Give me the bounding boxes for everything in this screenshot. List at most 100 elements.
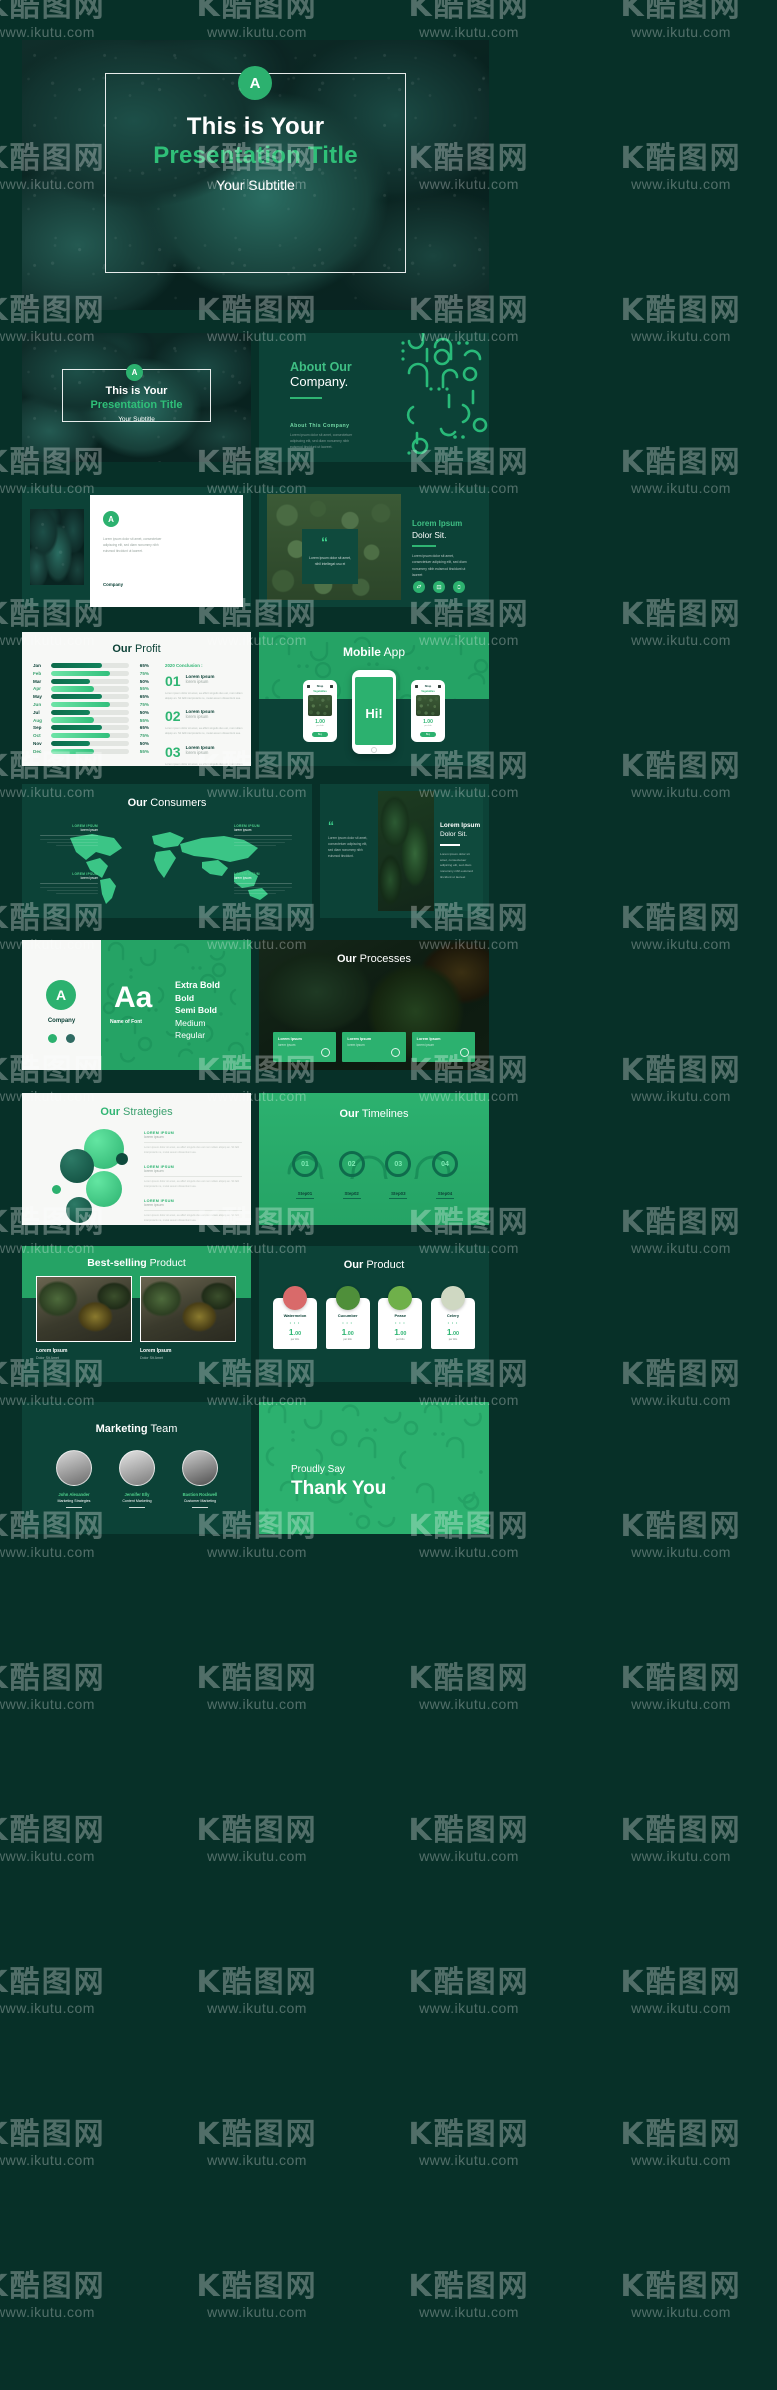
- slide-marketing-team[interactable]: Marketing Team John Alexander Marketing S…: [22, 1402, 251, 1534]
- strategy-body: Lorem ipsum dolor sit amet, ea affert si…: [144, 1146, 239, 1154]
- profit-bar-track: [51, 717, 129, 723]
- process-heading: Lorem Ipsum: [416, 1037, 441, 1041]
- profit-bar-row: Nov 50%: [33, 740, 149, 746]
- phone-left-cta[interactable]: Buy: [312, 732, 328, 737]
- watermark: K酷图网www.ikutu.com: [620, 445, 742, 496]
- slide-mobile-app[interactable]: Mobile App Shop Vegetables 1.00 per kilo…: [259, 632, 489, 766]
- callout-sub: lorem ipsum: [234, 876, 252, 880]
- slide-intro-card[interactable]: A Lorem ipsum dolor sit amet, consectetu…: [22, 487, 251, 607]
- team-member[interactable]: Bastion Rockwell Customer Marketing: [174, 1450, 226, 1508]
- caption-heading: Lorem Ipsum: [140, 1348, 172, 1354]
- watermark: K酷图网www.ikutu.com: [0, 1661, 106, 1712]
- slide-thank-you[interactable]: Proudly Say Thank You: [259, 1402, 489, 1534]
- process-card[interactable]: Lorem Ipsum lorem ipsum: [342, 1032, 406, 1062]
- watermark: K酷图网www.ikutu.com: [408, 1965, 530, 2016]
- product-thumb: [440, 1286, 465, 1310]
- timeline-step[interactable]: 04 Step04: [425, 1151, 465, 1200]
- caption-sub: Dolor Sit Amet: [36, 1356, 59, 1360]
- typography-weight-list: Extra Bold Bold Semi Bold Medium Regular: [175, 980, 220, 1043]
- intro-body: Lorem ipsum dolor sit amet, consectetuer…: [103, 537, 162, 553]
- quote-rule: [412, 545, 436, 547]
- profit-bar-row: Mar 50%: [33, 678, 149, 684]
- slide-our-consumers[interactable]: Our Consumers LOREM IPSUM lorem ipsum LO…: [22, 784, 312, 918]
- hero-title-line2: Presentation Title: [153, 142, 358, 169]
- box-icon: [390, 1048, 400, 1057]
- slide-typography[interactable]: A Company Aa Name of Font Extra Bold Bold…: [22, 940, 251, 1070]
- intro-photo: [30, 509, 84, 585]
- team-member[interactable]: John Alexander Marketing Strategies: [48, 1450, 100, 1508]
- watermark: K酷图网www.ikutu.com: [620, 1509, 742, 1560]
- profit-bar-value: 50%: [139, 740, 149, 746]
- profit-bar-value: 65%: [139, 725, 149, 731]
- best-selling-caption-1: Lorem Ipsum Dolor Sit Amet: [36, 1348, 67, 1360]
- profit-bar-row: Jan 65%: [33, 663, 149, 669]
- conclusion-heading: Lorem Ipsum: [185, 744, 215, 750]
- typography-swatch-2: [66, 1034, 75, 1043]
- slide-best-selling[interactable]: Best-selling Product Lorem Ipsum Dolor S…: [22, 1246, 251, 1382]
- team-member-role: Marketing Strategies: [57, 1499, 91, 1503]
- profit-bar-label: Aug: [33, 717, 42, 723]
- leaf-icon[interactable]: [413, 581, 425, 593]
- product-card[interactable]: Watermelon • • • 1.00 per kilo: [273, 1286, 317, 1350]
- slide-our-profit[interactable]: Our Profit Jan 65% Feb 75% Mar 50% Apr 55% May 65…: [22, 632, 251, 766]
- phone-left-image: [308, 695, 332, 716]
- timeline-step[interactable]: 01 Step01: [285, 1151, 325, 1200]
- leaf-rule: [440, 844, 460, 846]
- profit-bar-row: Sep 65%: [33, 725, 149, 731]
- conclusion-body: Lorem ipsum dolor sit amet, ea affert si…: [165, 692, 243, 701]
- slide-quote-leaves[interactable]: “ Lorem ipsum dolor sit amet, consectetu…: [320, 784, 489, 918]
- slide-hero[interactable]: A This is Your Presentation Title Your S…: [22, 40, 489, 310]
- process-sub: lorem ipsum: [278, 1043, 296, 1047]
- profit-bar-label: May: [33, 694, 42, 700]
- slide-our-strategies[interactable]: Our Strategies LOREM IPSUM lorem ipsum Lor…: [22, 1093, 251, 1225]
- quote-text: Lorem ipsum dolor sit amet, nihil intell…: [309, 556, 351, 567]
- timeline-number: 02: [347, 1160, 356, 1168]
- watermark: K酷图网www.ikutu.com: [196, 2269, 318, 2320]
- strategy-sub: lorem ipsum: [144, 1202, 164, 1207]
- slide-quote-dolor[interactable]: “ Lorem ipsum dolor sit amet, nihil inte…: [259, 487, 489, 607]
- profit-bar-fill: [51, 701, 110, 708]
- slide-about[interactable]: About Our Company. About This Company Lo…: [259, 333, 489, 462]
- slide-hero-small[interactable]: A This is Your Presentation Title Your S…: [22, 333, 251, 462]
- timeline-number: 04: [441, 1160, 449, 1168]
- watermark: K酷图网www.ikutu.com: [196, 1661, 318, 1712]
- strategy-bubble-3: [86, 1171, 122, 1207]
- process-card[interactable]: Lorem Ipsum lorem ipsum: [411, 1032, 475, 1062]
- callout-body-lines: [40, 887, 98, 894]
- about-title-bottom: Company.: [290, 374, 349, 389]
- profit-bar-track: [51, 694, 129, 700]
- profit-bar-row: Jul 50%: [33, 709, 149, 715]
- phone-left-sub: Vegetables: [313, 690, 327, 693]
- team-member[interactable]: Jennifer Elly Content Marketing: [111, 1450, 163, 1508]
- product-dots: • • •: [447, 1321, 459, 1325]
- timeline-step[interactable]: 02 Step02: [332, 1151, 372, 1200]
- price-cents: .00: [451, 1331, 460, 1337]
- profit-conclusion-item: 03 Lorem Ipsum lorem ipsum Lorem ipsum dolo…: [165, 745, 245, 767]
- mobile-title: Mobile App: [259, 645, 489, 659]
- leaf-title-top: Lorem Ipsum: [440, 822, 481, 829]
- price-cents: .00: [346, 1331, 354, 1337]
- product-card[interactable]: Cucumber • • • 1.00 per kilo: [325, 1286, 370, 1350]
- profit-bar-row: Jun 75%: [33, 701, 149, 708]
- team-member-row: John Alexander Marketing Strategies Jennif…: [48, 1450, 226, 1508]
- profit-bar-label: Apr: [33, 686, 41, 692]
- recycle-icon[interactable]: [453, 581, 465, 593]
- slide-our-timelines[interactable]: Our Timelines 01 Step01 02 Step02 03 Step03 04…: [259, 1093, 489, 1225]
- truck-icon: [459, 1048, 469, 1057]
- product-card[interactable]: Pease • • • 1.00 per kilo: [378, 1286, 423, 1350]
- best-selling-title-light: Product: [149, 1257, 186, 1269]
- hero-small-subtitle: Your Subtitle: [118, 416, 155, 423]
- product-card[interactable]: Celery • • • 1.00 per kilo: [430, 1286, 475, 1350]
- timeline-step[interactable]: 03 Step03: [378, 1151, 418, 1200]
- phone-left-unit: per kilo: [316, 725, 324, 727]
- slide-our-product[interactable]: Our Product Watermelon • • • 1.00 per kilo C…: [259, 1246, 489, 1382]
- watermark: K酷图网www.ikutu.com: [620, 1965, 742, 2016]
- hero-small-line1: This is Your: [105, 385, 168, 397]
- timeline-step-row: 01 Step01 02 Step02 03 Step03 04 Step04: [285, 1151, 465, 1200]
- watermark: K酷图网www.ikutu.com: [620, 293, 742, 344]
- product-unit: per kilo: [448, 1338, 458, 1342]
- process-card[interactable]: Lorem Ipsum lorem ipsum: [273, 1032, 337, 1062]
- box-icon[interactable]: [433, 581, 445, 593]
- slide-our-processes[interactable]: Our Processes Lorem Ipsum lorem ipsum Lore…: [259, 940, 489, 1070]
- phone-right-cta[interactable]: Buy: [420, 732, 436, 737]
